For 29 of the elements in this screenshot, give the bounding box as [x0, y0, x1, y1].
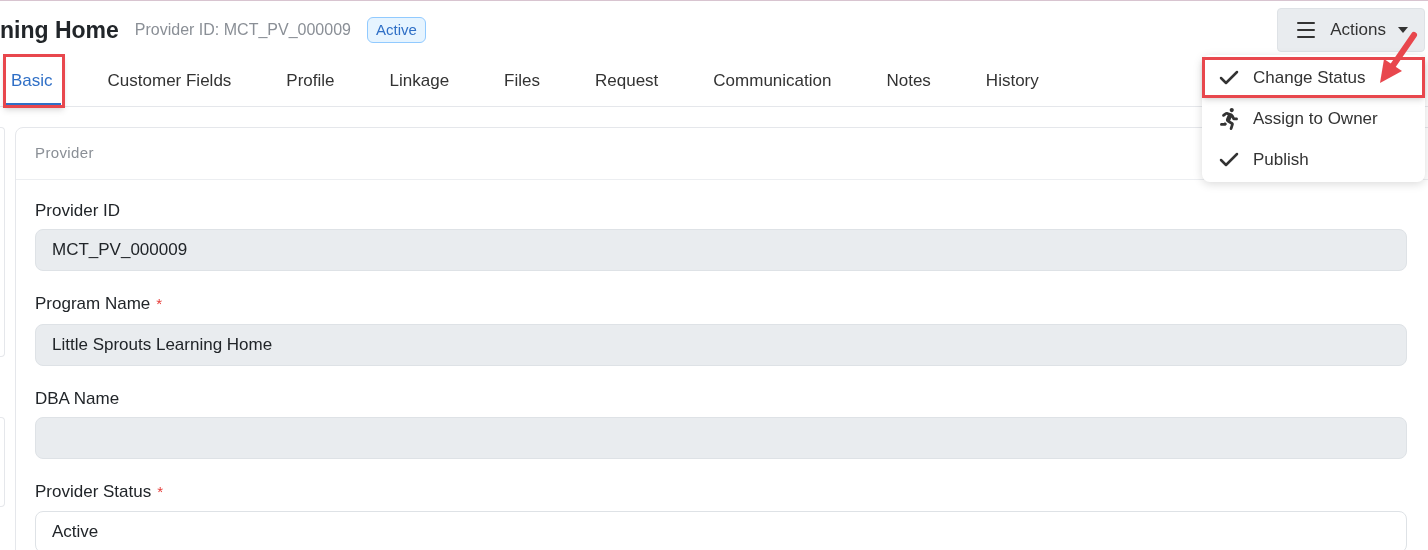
- running-person-icon: [1217, 107, 1241, 130]
- field-label: Program Name: [35, 293, 151, 314]
- tab[interactable]: Communication: [705, 63, 840, 106]
- tab[interactable]: Customer Fields: [99, 63, 240, 106]
- tab[interactable]: Request: [587, 63, 667, 106]
- caret-icon: [1398, 27, 1408, 33]
- field-label: Provider ID: [35, 200, 121, 221]
- status-badge: Active: [366, 16, 426, 44]
- tab[interactable]: Notes: [878, 63, 939, 106]
- page-title: ning Home: [0, 15, 119, 45]
- section-title: Provider: [35, 143, 94, 164]
- menu-item[interactable]: Change Status: [1202, 57, 1425, 98]
- input-field[interactable]: MCT_PV_000009: [35, 229, 1407, 271]
- tab[interactable]: Files: [496, 63, 548, 106]
- required-mark: *: [156, 294, 163, 314]
- required-mark: *: [157, 481, 164, 502]
- input-field[interactable]: Active: [35, 511, 1407, 550]
- input-field[interactable]: [35, 416, 1407, 459]
- input-field[interactable]: Little Sprouts Learning Home: [35, 323, 1407, 366]
- tab[interactable]: Linkage: [381, 63, 458, 106]
- tab[interactable]: History: [977, 63, 1047, 106]
- field-label: Provider Status: [35, 480, 152, 502]
- menu-item[interactable]: Assign to Owner: [1202, 98, 1425, 139]
- tab[interactable]: Profile: [278, 63, 343, 106]
- provider-id-text: Provider ID: MCT_PV_000009: [134, 20, 351, 40]
- tab[interactable]: Basic: [3, 63, 61, 106]
- field-label: DBA Name: [35, 387, 120, 409]
- actions-button[interactable]: Actions: [1277, 8, 1425, 52]
- menu-item[interactable]: Publish: [1202, 139, 1425, 180]
